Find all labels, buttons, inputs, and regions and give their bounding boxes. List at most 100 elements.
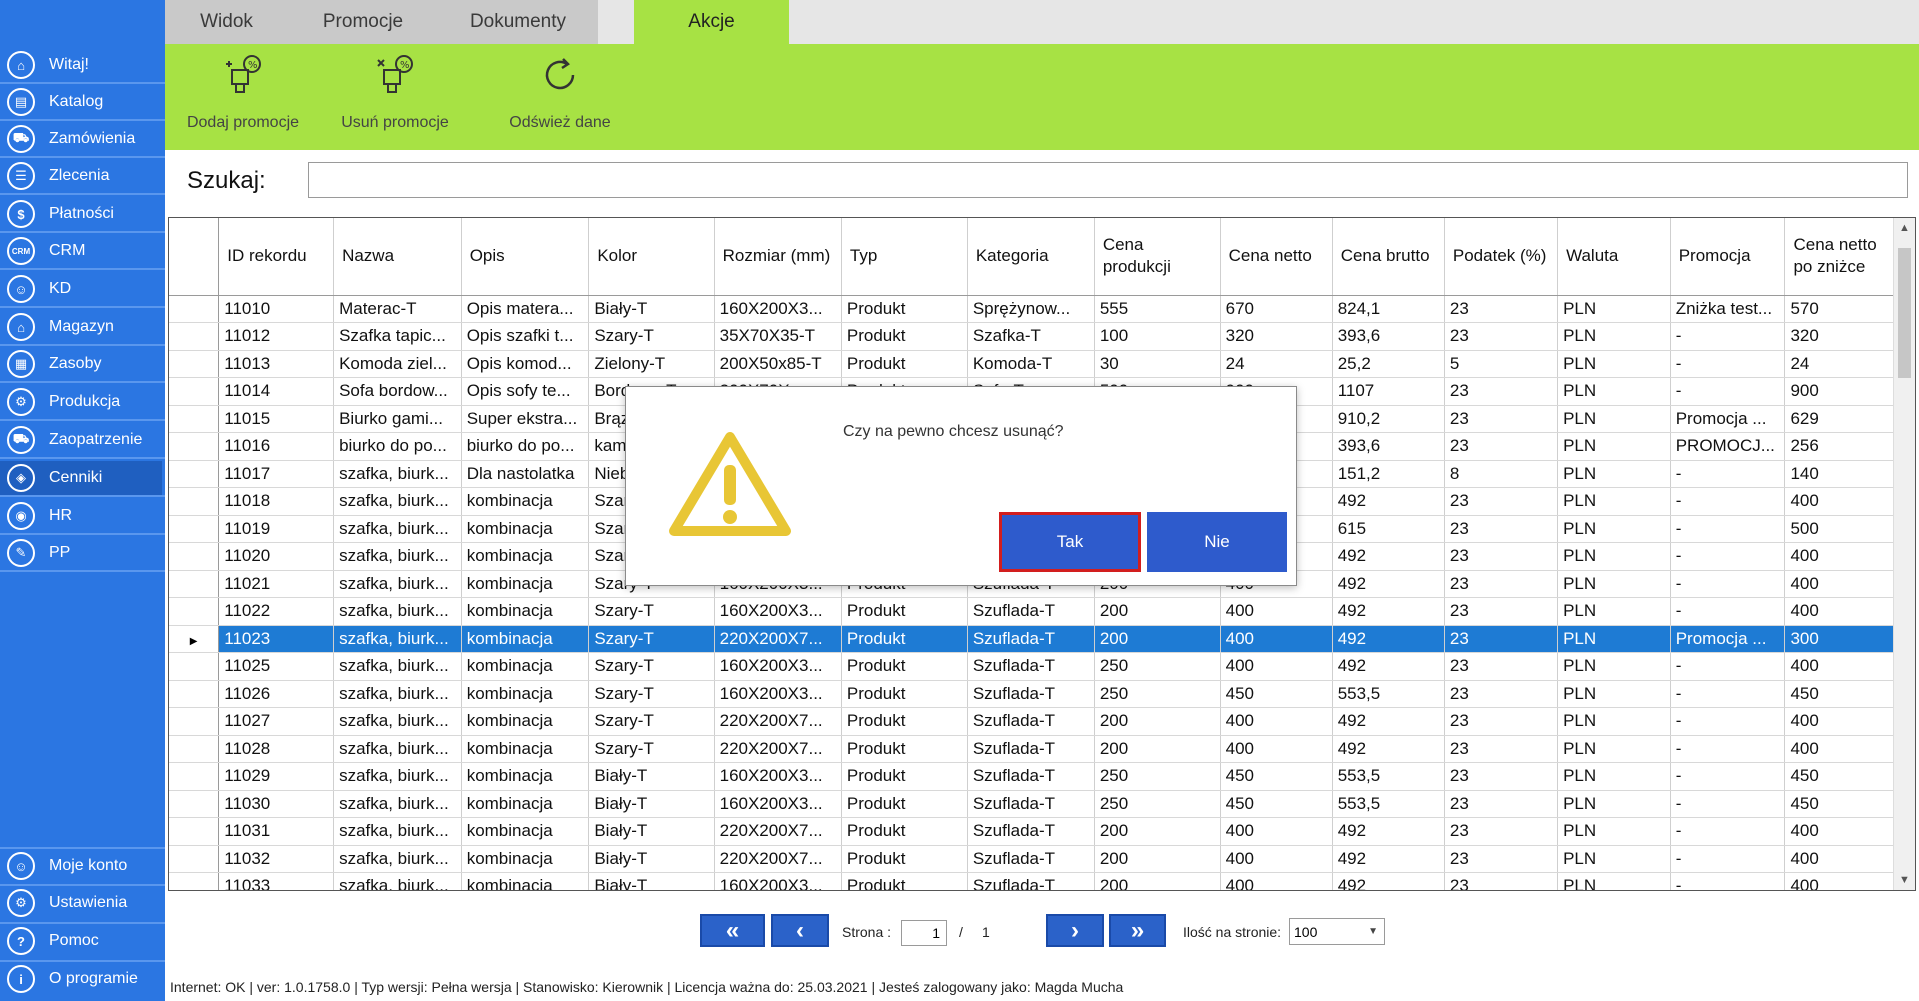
row-selector[interactable] [169,597,220,626]
sidebar-item-moje-konto[interactable]: ☺ Moje konto [0,849,162,883]
column-header[interactable]: Nazwa [333,218,462,296]
row-selector[interactable]: ▶ [169,625,220,653]
table-cell: 23 [1444,570,1559,598]
table-cell: 450 [1784,790,1898,818]
sidebar-item-crm[interactable]: CRM CRM [0,234,162,268]
column-header[interactable]: Podatek (%) [1444,218,1559,296]
table-row[interactable]: 11031 szafka, biurk... kombinacja Biały-T 22… [169,817,1915,846]
previous-page-button[interactable]: ‹ [771,914,829,947]
sidebar-item-magazyn[interactable]: ⌂ Magazyn [0,310,162,344]
sidebar-item-pomoc[interactable]: ? Pomoc [0,924,162,958]
column-header[interactable]: Cena brutto [1332,218,1445,296]
row-selector[interactable] [169,790,220,818]
first-page-button[interactable]: « [700,914,765,947]
row-selector[interactable] [169,707,220,736]
table-cell: 11014 [218,377,335,406]
refresh-button[interactable]: Odśwież dane [485,44,635,150]
row-selector[interactable] [169,570,220,598]
column-header[interactable]: Typ [841,218,968,296]
table-row[interactable]: 11026 szafka, biurk... kombinacja Szary-T 16… [169,680,1915,708]
scroll-up-icon[interactable]: ▲ [1894,218,1915,238]
row-selector[interactable] [169,817,220,846]
tab-widok[interactable]: Widok [165,0,288,44]
scroll-thumb[interactable] [1898,248,1911,378]
next-page-button[interactable]: › [1046,914,1104,947]
column-header[interactable]: Rozmiar (mm) [714,218,842,296]
add-promotion-button[interactable]: % Dodaj promocje [173,44,313,150]
column-header[interactable]: Kategoria [967,218,1095,296]
page-number-input[interactable] [901,920,947,946]
column-header[interactable]: Waluta [1557,218,1671,296]
table-row[interactable]: 11032 szafka, biurk... kombinacja Biały-T 22… [169,845,1915,873]
row-selector[interactable] [169,350,220,378]
row-selector[interactable] [169,652,220,681]
table-cell: - [1670,790,1786,818]
row-selector[interactable] [169,295,220,323]
row-selector[interactable] [169,322,220,351]
table-cell: szafka, biurk... [333,652,462,681]
table-row[interactable]: 11010 Materac-T Opis matera... Biały-T 160X2… [169,295,1915,323]
sidebar-item-zasoby[interactable]: ▦ Zasoby [0,347,162,381]
table-cell: szafka, biurk... [333,707,462,736]
table-row[interactable]: 11022 szafka, biurk... kombinacja Szary-T 16… [169,597,1915,626]
sidebar-item-ustawienia[interactable]: ⚙ Ustawienia [0,886,162,920]
sidebar-item-pp[interactable]: ✎ PP [0,536,162,570]
sidebar-item-kd[interactable]: ☺ KD [0,272,162,306]
table-row[interactable]: 11012 Szafka tapic... Opis szafki t... Szar… [169,322,1915,351]
sidebar-item-zaopatrzenie[interactable]: ⛟ Zaopatrzenie [0,423,162,457]
sidebar-item-witaj-[interactable]: ⌂ Witaj! [0,48,162,82]
add-promotion-icon: % [226,55,261,93]
row-selector[interactable] [169,460,220,488]
table-cell: Produkt [841,790,968,818]
sidebar-item-zlecenia[interactable]: ☰ Zlecenia [0,159,162,193]
table-cell: kombinacja [461,652,590,681]
table-row[interactable]: 11027 szafka, biurk... kombinacja Szary-T 22… [169,707,1915,736]
row-selector[interactable] [169,845,220,873]
table-row[interactable]: 11013 Komoda ziel... Opis komod... Zielony-… [169,350,1915,378]
row-selector[interactable] [169,762,220,791]
table-row[interactable]: 11028 szafka, biurk... kombinacja Szary-T 22… [169,735,1915,763]
row-selector[interactable] [169,542,220,571]
no-button[interactable]: Nie [1147,512,1287,572]
row-selector[interactable] [169,487,220,516]
tab-promocje[interactable]: Promocje [288,0,438,44]
row-selector[interactable] [169,377,220,406]
column-header[interactable]: Opis [461,218,590,296]
row-selector[interactable] [169,405,220,433]
row-selector[interactable] [169,872,220,890]
sidebar-item-produkcja[interactable]: ⚙ Produkcja [0,385,162,419]
column-header[interactable]: Cena netto [1220,218,1333,296]
yes-button[interactable]: Tak [999,512,1141,572]
remove-promotion-button[interactable]: % Usuń promocje [325,44,465,150]
table-row[interactable]: 11029 szafka, biurk... kombinacja Biały-T 16… [169,762,1915,791]
table-row[interactable]: 11033 szafka, biurk... kombinacja Biały-T 16… [169,872,1915,890]
last-page-button[interactable]: » [1109,914,1166,947]
sidebar-item-hr[interactable]: ◉ HR [0,499,162,533]
column-header[interactable]: ID rekordu [218,218,335,296]
row-selector[interactable] [169,680,220,708]
table-row[interactable]: 11030 szafka, biurk... kombinacja Biały-T 16… [169,790,1915,818]
search-input[interactable] [308,162,1908,198]
table-row[interactable]: 11025 szafka, biurk... kombinacja Szary-T 16… [169,652,1915,681]
tab-dokumenty[interactable]: Dokumenty [438,0,598,44]
table-cell: 11018 [218,487,335,516]
sidebar-item-płatności[interactable]: $ Płatności [0,197,162,231]
row-selector[interactable] [169,432,220,461]
row-selector[interactable] [169,515,220,543]
table-cell: Szuflada-T [967,707,1095,736]
per-page-select[interactable]: 100 ▼ [1289,918,1385,945]
tab-akcje[interactable]: Akcje [634,0,789,44]
scroll-down-icon[interactable]: ▼ [1894,870,1915,890]
sidebar-item-o-programie[interactable]: i O programie [0,962,162,996]
sidebar-item-cenniki[interactable]: ◈ Cenniki [0,461,162,495]
table-row[interactable]: ▶ 11023 szafka, biurk... kombinacja Szary-T 2… [169,625,1915,653]
column-header[interactable]: Promocja [1670,218,1786,296]
sidebar-item-katalog[interactable]: ▤ Katalog [0,85,162,119]
column-header[interactable]: Cena netto po zniżce [1784,218,1898,296]
row-selector[interactable] [169,735,220,763]
column-header[interactable]: Kolor [588,218,715,296]
vertical-scrollbar[interactable]: ▲ ▼ [1893,218,1915,890]
column-header[interactable]: Cena produkcji [1094,218,1221,296]
table-cell: 23 [1444,817,1559,846]
sidebar-item-zamówienia[interactable]: ⛟ Zamówienia [0,122,162,156]
